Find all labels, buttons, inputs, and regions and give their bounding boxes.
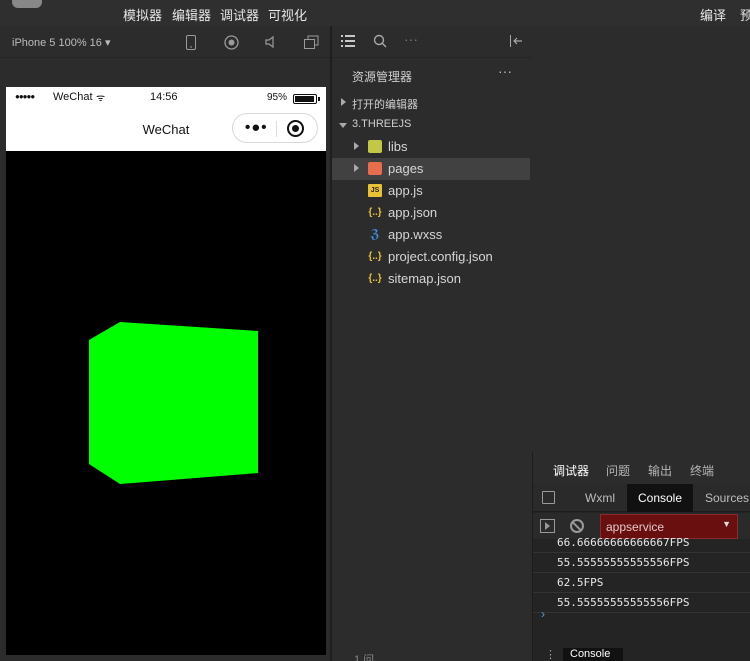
carrier-label: WeChat bbox=[53, 91, 93, 103]
more-icon[interactable]: •●• bbox=[245, 119, 268, 136]
cube-render bbox=[89, 322, 258, 484]
wifi-icon: ᯤ bbox=[96, 93, 106, 104]
tab-problems[interactable]: 问题 bbox=[606, 462, 630, 479]
compile-button[interactable]: 编译 bbox=[700, 5, 726, 24]
device-selector[interactable]: iPhone 5 100% 16 ▾ bbox=[12, 36, 110, 49]
tree-item-label: app.wxss bbox=[388, 227, 443, 242]
json-file-icon: {..} bbox=[368, 273, 382, 284]
debugger-panel: 调试器 问题 输出 终端 Wxml Console Sources appser… bbox=[532, 452, 750, 661]
simulator-toolbar: iPhone 5 100% 16 ▾ bbox=[0, 28, 330, 58]
log-line: 55.55555555555556FPS bbox=[533, 593, 750, 613]
console-sidebar-icon[interactable] bbox=[540, 519, 555, 533]
open-editors-label: 打开的编辑器 bbox=[352, 99, 418, 111]
collapse-panel-icon[interactable] bbox=[509, 34, 523, 51]
inspect-element-icon[interactable] bbox=[542, 491, 555, 504]
app-logo bbox=[12, 0, 42, 8]
green-cube bbox=[89, 322, 258, 484]
menu-bar: 模拟器 编辑器 调试器 可视化 编译 预 bbox=[0, 0, 750, 26]
tab-terminal[interactable]: 终端 bbox=[690, 462, 714, 479]
tree-item-app-json[interactable]: {..} app.json bbox=[332, 202, 530, 224]
explorer-footer: 1 问 bbox=[354, 654, 375, 661]
open-editors-section[interactable]: 打开的编辑器 bbox=[332, 92, 530, 114]
tree-item-pages[interactable]: pages bbox=[332, 158, 530, 180]
menu-editor[interactable]: 编辑器 bbox=[172, 5, 211, 24]
explorer-panel: ··· 资源管理器 ··· 打开的编辑器 3.THREEJS libs page… bbox=[332, 26, 532, 661]
tree-item-label: pages bbox=[388, 161, 424, 176]
explorer-title: 资源管理器 bbox=[352, 70, 413, 84]
menu-debugger[interactable]: 调试器 bbox=[220, 5, 259, 24]
threejs-canvas[interactable] bbox=[6, 151, 326, 655]
project-section[interactable]: 3.THREEJS bbox=[332, 114, 530, 136]
more-views-icon[interactable]: ··· bbox=[404, 31, 418, 47]
folder-icon bbox=[368, 140, 382, 153]
battery-percent: 95% bbox=[267, 92, 288, 103]
activity-bar: ··· bbox=[332, 26, 532, 58]
debugger-tabs: 调试器 问题 输出 终端 bbox=[533, 452, 750, 487]
log-line: 66.66666666666667FPS bbox=[533, 533, 750, 553]
log-text: 55.55555555555556FPS bbox=[557, 556, 690, 569]
log-line: 55.55555555555556FPS bbox=[533, 553, 750, 573]
tree-item-libs[interactable]: libs bbox=[332, 136, 530, 158]
drawer-menu-icon[interactable]: ⋮ bbox=[545, 648, 556, 661]
tree-item-project-config[interactable]: {..} project.config.json bbox=[332, 246, 530, 268]
capsule-divider bbox=[276, 121, 277, 137]
tree-item-label: app.js bbox=[388, 183, 423, 198]
clear-console-icon[interactable] bbox=[570, 519, 584, 533]
log-text: 66.66666666666667FPS bbox=[557, 536, 690, 549]
window-icon[interactable] bbox=[303, 35, 319, 51]
wechat-navbar: WeChat •●• bbox=[6, 109, 326, 151]
menu-visualize[interactable]: 可视化 bbox=[268, 5, 307, 24]
battery-icon bbox=[293, 94, 320, 104]
menu-simulator[interactable]: 模拟器 bbox=[123, 5, 162, 24]
explorer-header: 资源管理器 ··· bbox=[332, 60, 532, 88]
tree-item-label: project.config.json bbox=[388, 249, 493, 264]
tree-item-label: sitemap.json bbox=[388, 271, 461, 286]
explorer-list-icon[interactable] bbox=[341, 34, 355, 51]
status-time: 14:56 bbox=[150, 91, 178, 103]
tab-wxml[interactable]: Wxml bbox=[585, 491, 615, 505]
log-line: 62.5FPS bbox=[533, 573, 750, 593]
devtools-tabs: Wxml Console Sources bbox=[533, 484, 750, 512]
record-icon[interactable] bbox=[223, 35, 239, 51]
pages-folder-icon bbox=[368, 162, 382, 175]
chevron-down-icon: ▼ bbox=[722, 519, 731, 529]
close-miniprogram-icon[interactable] bbox=[287, 120, 304, 137]
tree-item-label: libs bbox=[388, 139, 408, 154]
console-log-list: 66.66666666666667FPS 55.55555555555556FP… bbox=[533, 536, 750, 619]
capsule-menu: •●• bbox=[232, 113, 318, 143]
drawer-console-tab[interactable]: Console bbox=[563, 648, 623, 661]
tree-item-app-js[interactable]: JS app.js bbox=[332, 180, 530, 202]
log-text: 62.5FPS bbox=[557, 576, 604, 589]
tab-sources[interactable]: Sources bbox=[705, 491, 749, 505]
tree-item-label: app.json bbox=[388, 205, 438, 220]
project-label: 3.THREEJS bbox=[352, 118, 412, 130]
tree-item-sitemap[interactable]: {..} sitemap.json bbox=[332, 268, 530, 290]
status-bar: ●●●●● WeChat ᯤ 14:56 95% bbox=[6, 87, 326, 109]
phone-simulator: ●●●●● WeChat ᯤ 14:56 95% WeChat •●• bbox=[6, 87, 326, 655]
signal-icon: ●●●●● bbox=[15, 92, 35, 101]
context-value: appservice bbox=[606, 520, 665, 534]
search-icon[interactable] bbox=[373, 34, 387, 51]
volume-icon[interactable] bbox=[263, 35, 279, 51]
tree-item-app-wxss[interactable]: ℨ app.wxss bbox=[332, 224, 530, 246]
console-prompt[interactable]: › bbox=[541, 607, 545, 621]
log-text: 55.55555555555556FPS bbox=[557, 596, 690, 609]
json-file-icon: {..} bbox=[368, 251, 382, 262]
phone-icon[interactable] bbox=[183, 35, 199, 51]
json-file-icon: {..} bbox=[368, 207, 382, 218]
css-file-icon: ℨ bbox=[370, 227, 380, 241]
js-file-icon: JS bbox=[368, 184, 382, 197]
tab-output[interactable]: 输出 bbox=[648, 462, 672, 479]
preview-button[interactable]: 预 bbox=[740, 5, 750, 24]
explorer-more-button[interactable]: ··· bbox=[498, 63, 512, 79]
tab-console[interactable]: Console bbox=[627, 484, 693, 512]
